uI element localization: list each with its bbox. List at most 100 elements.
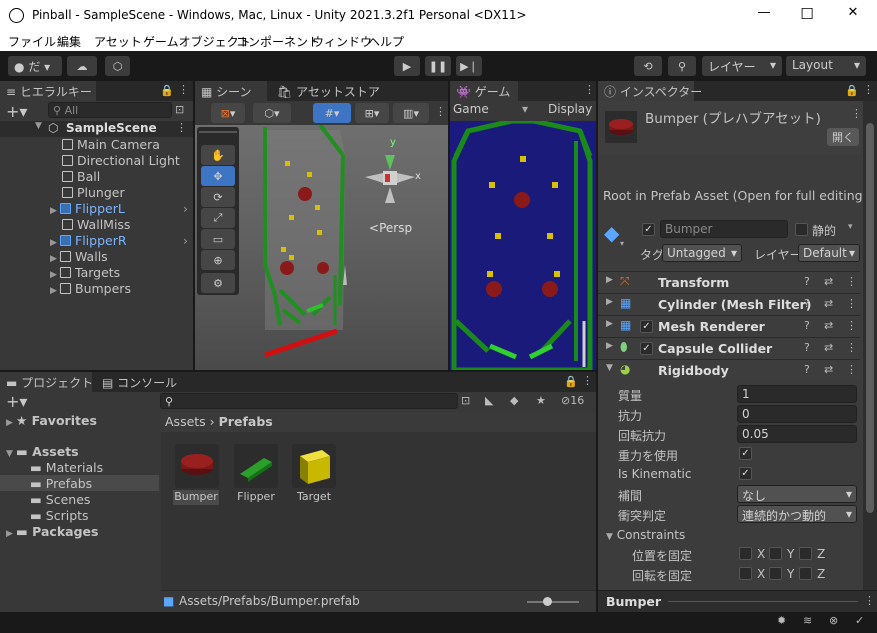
- is-kinematic-checkbox[interactable]: ✓: [739, 467, 752, 480]
- component-capsule-collider[interactable]: ▶ ⬮ ✓ Capsule Collider ? ⇄ ⋮: [598, 337, 860, 359]
- search-filter-icon[interactable]: ⊡: [461, 394, 470, 407]
- label-filter-icon[interactable]: ◆: [510, 394, 518, 407]
- constraints-label[interactable]: ▼ Constraints: [606, 528, 685, 542]
- asset-label-bumper[interactable]: Bumper: [173, 490, 219, 505]
- asset-thumbnail-flipper[interactable]: [234, 444, 278, 488]
- hierarchy-item[interactable]: Ball: [62, 169, 100, 185]
- breadcrumb-assets[interactable]: Assets: [165, 414, 206, 429]
- tab-scene[interactable]: ▦ シーン: [195, 81, 267, 101]
- kebab-menu-icon[interactable]: ⋮: [584, 83, 595, 96]
- menu-assets[interactable]: アセット: [94, 33, 142, 50]
- tab-inspector[interactable]: ⓘ インスペクター: [598, 81, 702, 101]
- freeze-pos-y-checkbox[interactable]: [769, 547, 782, 560]
- asset-label-flipper[interactable]: Flipper: [232, 490, 280, 503]
- freeze-pos-z-checkbox[interactable]: [799, 547, 812, 560]
- collision-detection-dropdown[interactable]: 連続的かつ動的 ▾: [737, 505, 857, 523]
- account-dropdown[interactable]: ● だ ▾: [8, 56, 62, 76]
- use-gravity-checkbox[interactable]: ✓: [739, 447, 752, 460]
- kebab-menu-icon[interactable]: ⋮: [582, 374, 593, 387]
- custom-tool-button[interactable]: ⚙: [201, 273, 235, 293]
- view-options-button[interactable]: ⬡ ▾: [253, 103, 291, 123]
- history-button[interactable]: ⟲: [634, 56, 662, 76]
- snap-button[interactable]: # ▾: [313, 103, 351, 123]
- chevron-down-icon[interactable]: ▾: [620, 239, 624, 248]
- kebab-menu-icon[interactable]: ⋮: [435, 105, 446, 118]
- project-search-input[interactable]: ⚲: [160, 393, 458, 409]
- breadcrumb-prefabs[interactable]: Prefabs: [219, 414, 273, 429]
- tag-dropdown[interactable]: Untagged ▾: [662, 244, 742, 262]
- kebab-menu-icon[interactable]: ⋮: [864, 594, 875, 607]
- lock-icon[interactable]: 🔒: [845, 84, 859, 97]
- close-button[interactable]: ✕: [843, 5, 863, 25]
- asset-thumbnail-bumper[interactable]: [175, 444, 219, 488]
- folder-scripts[interactable]: ▬ Scripts: [30, 508, 89, 524]
- freeze-rot-z-checkbox[interactable]: [799, 567, 812, 580]
- add-button[interactable]: +▾: [6, 102, 27, 121]
- create-button[interactable]: +▾: [6, 392, 27, 411]
- folder-prefabs[interactable]: ▬ Prefabs: [30, 476, 92, 492]
- assets-folder[interactable]: ▼ ▬ Assets: [6, 444, 79, 460]
- chevron-down-icon[interactable]: ▾: [522, 102, 528, 116]
- collab-button[interactable]: ⬡: [105, 56, 130, 76]
- menu-gameobject[interactable]: ゲームオブジェクト: [143, 33, 251, 50]
- expand-arrow-icon[interactable]: ▼: [35, 121, 42, 131]
- hand-tool-button[interactable]: ✋: [201, 145, 235, 165]
- packages-folder[interactable]: ▶ ▬ Packages: [6, 524, 98, 540]
- preview-bar[interactable]: Bumper ⋮: [598, 590, 877, 612]
- rotate-tool-button[interactable]: ⟳: [201, 187, 235, 207]
- component-transform[interactable]: ▶ ⤧ Transform ? ⇄ ⋮: [598, 271, 860, 293]
- kebab-menu-icon[interactable]: ⋮: [851, 107, 862, 120]
- bug-icon[interactable]: ✹: [777, 614, 786, 627]
- rect-tool-button[interactable]: ▭: [201, 229, 235, 249]
- static-checkbox[interactable]: [795, 223, 808, 236]
- menu-edit[interactable]: 編集: [57, 33, 81, 50]
- hierarchy-item[interactable]: Main Camera: [62, 137, 160, 153]
- active-checkbox[interactable]: ✓: [642, 223, 655, 236]
- cloud-button[interactable]: ☁: [67, 56, 97, 76]
- hierarchy-item[interactable]: WallMiss: [62, 217, 130, 233]
- asset-label-target[interactable]: Target: [290, 490, 338, 503]
- layers-dropdown[interactable]: レイヤー ▾: [702, 56, 782, 76]
- menu-window[interactable]: ウィンドウ: [312, 33, 372, 50]
- kebab-menu-icon[interactable]: ⋮: [176, 121, 187, 134]
- open-prefab-button[interactable]: 開く: [827, 128, 859, 146]
- tab-console[interactable]: ▤ コンソール: [96, 372, 183, 392]
- check-circle-icon[interactable]: ✓: [855, 614, 864, 627]
- hierarchy-item[interactable]: Plunger: [62, 185, 125, 201]
- tab-hierarchy[interactable]: ≡ ヒエラルキー: [0, 81, 96, 101]
- chevron-down-icon[interactable]: ▾: [848, 222, 853, 232]
- angular-drag-field[interactable]: 0.05: [737, 425, 857, 443]
- grid-button[interactable]: ⊞ ▾: [355, 103, 389, 123]
- hierarchy-search-input[interactable]: ⚲ All: [48, 102, 172, 118]
- interpolate-dropdown[interactable]: なし ▾: [737, 485, 857, 503]
- display-dropdown[interactable]: Display: [548, 102, 592, 116]
- hierarchy-item[interactable]: Directional Light: [62, 153, 180, 169]
- move-tool-button[interactable]: ✥: [201, 166, 235, 186]
- freeze-rot-y-checkbox[interactable]: [769, 567, 782, 580]
- hierarchy-item[interactable]: ▶ Bumpers: [50, 281, 131, 297]
- object-name-field[interactable]: Bumper: [660, 220, 788, 238]
- palette-grip[interactable]: [199, 131, 237, 133]
- maximize-button[interactable]: ☐: [797, 5, 817, 25]
- menu-help[interactable]: ヘルプ: [368, 33, 404, 50]
- hidden-packages-icon[interactable]: ⊘16: [561, 394, 584, 407]
- gizmos-button[interactable]: ▥ ▾: [393, 103, 429, 123]
- tab-project[interactable]: ▬ プロジェクト: [0, 372, 93, 392]
- type-filter-icon[interactable]: ◣: [485, 394, 493, 407]
- component-rigidbody[interactable]: ▼ ◕ Rigidbody ? ⇄ ⋮: [598, 359, 860, 381]
- kebab-menu-icon[interactable]: ⋮: [863, 83, 874, 96]
- game-viewport[interactable]: [450, 121, 596, 370]
- kebab-menu-icon[interactable]: ⋮: [178, 83, 189, 96]
- freeze-rot-x-checkbox[interactable]: [739, 567, 752, 580]
- layers-stack-icon[interactable]: ≋: [803, 614, 812, 627]
- layout-dropdown[interactable]: Layout ▾: [786, 56, 866, 76]
- minimize-button[interactable]: —: [754, 5, 774, 25]
- lock-icon[interactable]: 🔒: [564, 375, 578, 388]
- favorites-item[interactable]: ▶ ★ Favorites: [6, 413, 97, 429]
- inspector-scrollbar[interactable]: [863, 101, 877, 590]
- drag-field[interactable]: 0: [737, 405, 857, 423]
- transform-tool-button[interactable]: ⊕: [201, 250, 235, 270]
- hierarchy-item-prefab[interactable]: ▶ FlipperL ›: [50, 201, 190, 217]
- auto-generate-icon[interactable]: ⊗: [829, 614, 838, 627]
- asset-thumbnail-target[interactable]: [292, 444, 336, 488]
